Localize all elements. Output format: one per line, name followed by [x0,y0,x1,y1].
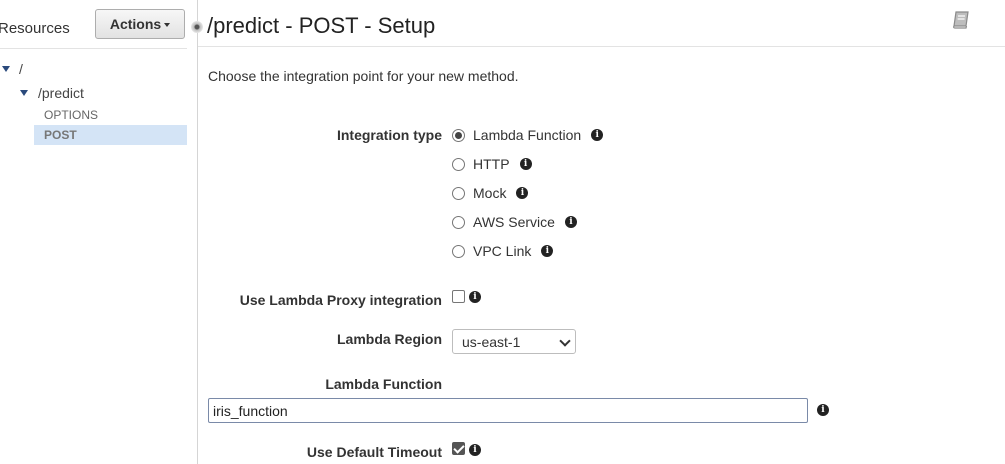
chevron-down-icon [559,335,571,347]
default-timeout-checkbox[interactable] [452,442,465,455]
radio-lambda-function[interactable]: Lambda Function i [452,125,604,145]
radio-button[interactable] [452,157,465,171]
resources-title: Resources [0,20,70,37]
default-timeout-label: Use Default Timeout [306,444,442,460]
radio-label: AWS Service [473,214,555,230]
radio-aws-service[interactable]: AWS Service i [452,212,577,232]
lambda-region-select[interactable]: us-east-1 [452,329,576,354]
radio-mock[interactable]: Mock i [452,183,529,203]
radio-vpc-link[interactable]: VPC Link i [452,241,554,261]
info-icon[interactable]: i [541,245,554,257]
radio-button[interactable] [452,186,465,200]
radio-label: Mock [473,185,507,201]
sidebar-resize-handle[interactable] [191,21,203,33]
triangle-down-icon[interactable] [20,90,28,96]
lambda-region-label: Lambda Region [336,331,442,347]
radio-label: VPC Link [473,243,532,259]
lambda-region-value: us-east-1 [462,333,521,350]
tree-method-post[interactable]: POST [34,125,187,145]
tree-item-label: / [19,61,23,77]
radio-button[interactable] [452,128,465,142]
info-icon[interactable]: i [469,444,481,456]
radio-button[interactable] [452,244,465,258]
tree-item-root[interactable]: / [2,61,23,77]
info-icon[interactable]: i [516,187,529,199]
page-title: /predict - POST - Setup [207,13,436,38]
title-divider [198,46,1005,47]
info-icon[interactable]: i [591,129,604,141]
lambda-function-label: Lambda Function [325,376,442,392]
actions-label: Actions [109,16,162,32]
radio-button[interactable] [452,215,465,229]
caret-down-icon [164,23,171,27]
radio-http[interactable]: HTTP i [452,154,532,174]
integration-type-label: Integration type [336,127,442,143]
info-icon[interactable]: i [519,158,532,170]
book-icon[interactable] [951,10,971,30]
info-icon[interactable]: i [564,216,577,228]
tree-item-label: /predict [38,85,84,101]
lambda-proxy-checkbox[interactable] [452,290,465,303]
lambda-proxy-label: Use Lambda Proxy integration [239,292,442,308]
lambda-function-input[interactable] [208,398,808,423]
radio-label: HTTP [473,156,510,172]
tree-item-predict[interactable]: /predict [20,85,84,101]
triangle-down-icon[interactable] [2,66,10,72]
info-icon[interactable]: i [469,291,481,303]
intro-text: Choose the integration point for your ne… [208,68,519,84]
resources-sidebar: Resources Actions / /predict OPTIONS POS… [0,0,198,464]
sidebar-divider [0,48,187,49]
radio-label: Lambda Function [473,127,582,143]
tree-method-options[interactable]: OPTIONS [34,105,187,125]
info-icon[interactable]: i [817,404,829,416]
actions-button[interactable]: Actions [95,9,185,39]
